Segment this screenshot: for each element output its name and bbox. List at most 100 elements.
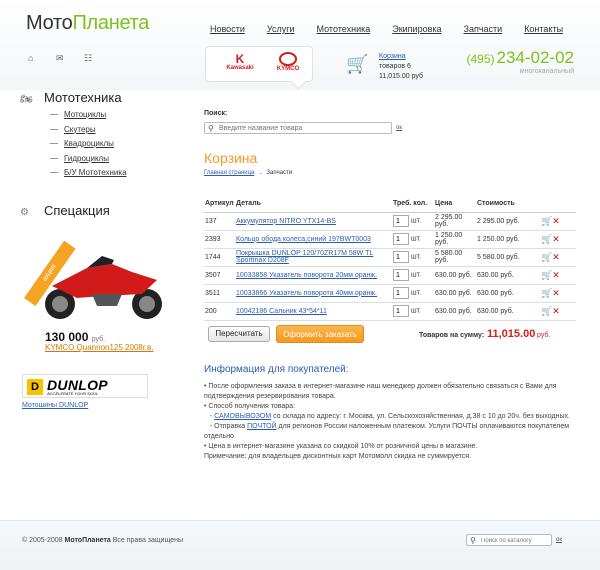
logo-part1: Мото	[26, 12, 73, 34]
quantity-input[interactable]	[393, 287, 409, 299]
post-link[interactable]: ПОЧТОЙ	[247, 423, 276, 430]
row-name-link[interactable]: 10033858 Указатель поворота 20мм оранж.	[236, 272, 377, 279]
nav-services[interactable]: Услуги	[267, 24, 295, 34]
row-name-link[interactable]: Кольцо обода колеса,синий 197BWT0003	[236, 236, 371, 243]
promo-price-currency: руб.	[91, 336, 106, 343]
table-row: 3511 10033866 Указатель поворота 40мм ор…	[204, 284, 576, 303]
remove-from-cart-icon[interactable]: 🛒✕	[541, 252, 560, 262]
sidebar-item-motorcycles[interactable]: Мотоциклы	[50, 110, 127, 125]
unit-label: шт.	[410, 235, 421, 243]
row-name-link[interactable]: Покрышка DUNLOP 120/70ZR17M 58W TL Sport…	[236, 250, 373, 264]
sidebar-item-used[interactable]: Б/У Мототехника	[50, 168, 127, 183]
dunlop-link[interactable]: Мотошины DUNLOP	[22, 402, 88, 409]
promo-banner[interactable]: акция	[22, 232, 162, 328]
row-qty-cell: шт.	[392, 212, 434, 231]
col-article: Артикул	[204, 196, 235, 213]
row-delete-cell: 🛒✕	[540, 248, 576, 267]
quantity-input[interactable]	[393, 251, 409, 263]
row-name-cell: 10042186 Сальник 43*54*11	[235, 302, 392, 321]
sitemap-icon[interactable]: ☷	[84, 53, 92, 64]
quantity-input[interactable]	[393, 215, 409, 227]
total-value: 11,015.00	[487, 328, 536, 340]
remove-from-cart-icon[interactable]: 🛒✕	[541, 216, 560, 226]
table-row: 3507 10033858 Указатель поворота 20мм ор…	[204, 266, 576, 285]
nav-moto[interactable]: Мототехника	[317, 24, 371, 34]
row-name-link[interactable]: Аккумулятор NITRO YTX14-BS	[236, 218, 336, 225]
row-name-cell: Аккумулятор NITRO YTX14-BS	[235, 212, 392, 231]
quantity-input[interactable]	[393, 233, 409, 245]
kawasaki-logo[interactable]: K Kawasaki	[220, 53, 260, 77]
sidebar-item-jetski[interactable]: Гидроциклы	[50, 154, 127, 169]
breadcrumb-home[interactable]: Главная страница	[204, 170, 254, 176]
sidebar-item-quads[interactable]: Квадроциклы	[50, 139, 127, 154]
sidebar-item-label: Б/У Мототехника	[64, 168, 127, 177]
sidebar-item-scooters[interactable]: Скутеры	[50, 125, 127, 140]
quantity-input[interactable]	[393, 305, 409, 317]
nav-equipment[interactable]: Экипировка	[392, 24, 441, 34]
unit-label: шт.	[410, 289, 421, 297]
cart-table: Артикул Деталь Треб. кол. Цена Стоимость…	[204, 196, 576, 321]
remove-from-cart-icon[interactable]: 🛒✕	[541, 234, 560, 244]
kawasaki-text: Kawasaki	[226, 65, 254, 71]
row-price: 5 580.00 руб.	[434, 248, 476, 267]
unit-label: шт.	[410, 307, 421, 315]
row-delete-cell: 🛒✕	[540, 212, 576, 231]
row-article: 3507	[204, 266, 235, 285]
row-name-link[interactable]: 10042186 Сальник 43*54*11	[236, 308, 327, 315]
cart-link[interactable]: Корзина	[379, 53, 406, 60]
copyright-post: Все права защищены	[110, 537, 184, 544]
copyright-pre: © 2005-2008	[22, 537, 65, 544]
search-input[interactable]	[219, 124, 389, 133]
row-name-cell: 10033858 Указатель поворота 20мм оранж.	[235, 266, 392, 285]
kymco-logo[interactable]: KYMCO	[270, 52, 306, 78]
row-cost: 630.00 руб.	[476, 284, 540, 303]
shopping-cart-icon[interactable]: 🛒	[346, 54, 368, 75]
quantity-input[interactable]	[393, 269, 409, 281]
row-name-link[interactable]: 10033866 Указатель поворота 40мм оранж.	[236, 290, 377, 297]
info-p5: • Цена в интернет-магазине указана со ск…	[204, 443, 478, 450]
info-p4-pre: - Отправка	[209, 423, 248, 430]
remove-from-cart-icon[interactable]: 🛒✕	[541, 288, 560, 298]
table-row: 1744 Покрышка DUNLOP 120/70ZR17M 58W TL …	[204, 248, 576, 267]
col-price: Цена	[434, 196, 476, 213]
kymco-text: KYMCO	[276, 66, 300, 72]
info-p4: - Отправка ПОЧТОЙ для регионов России на…	[204, 422, 574, 442]
sidebar-item-label: Мотоциклы	[64, 110, 107, 119]
checkout-button[interactable]: Оформить заказать	[276, 325, 364, 343]
row-price: 630.00 руб.	[434, 266, 476, 285]
unit-label: шт.	[410, 271, 421, 279]
mail-icon[interactable]: ✉	[56, 53, 64, 64]
nav-contacts[interactable]: Контакты	[524, 24, 563, 34]
dunlop-banner[interactable]: D DUNLOP ACCELERATE YOUR SOUL	[22, 374, 148, 398]
special-heading-text: Спецакция	[44, 203, 110, 218]
promo-link[interactable]: KYMCO Quannon125 2008г.в.	[45, 343, 153, 352]
col-qty: Треб. кол.	[392, 196, 434, 213]
nav-news[interactable]: Новости	[210, 24, 245, 34]
row-delete-cell: 🛒✕	[540, 266, 576, 285]
info-p3: - САМОВЫВОЗОМ со склада по адресу: г. Мо…	[204, 413, 570, 420]
row-name-cell: Кольцо обода колеса,синий 197BWT0003	[235, 230, 392, 249]
table-row: 137 Аккумулятор NITRO YTX14-BS шт. 2 295…	[204, 212, 576, 231]
row-cost: 630.00 руб.	[476, 266, 540, 285]
pickup-link[interactable]: САМОВЫВОЗОМ	[214, 413, 271, 420]
info-p3-text: со склада по адресу: г. Москва, ул. Сель…	[271, 413, 570, 420]
site-logo[interactable]: МотоПланета	[26, 12, 149, 35]
search-ok-button[interactable]: ок	[396, 125, 402, 131]
copyright: © 2005-2008 МотоПланета Все права защище…	[22, 537, 183, 544]
remove-from-cart-icon[interactable]: 🛒✕	[541, 306, 560, 316]
moto-heading-text: Мототехника	[44, 90, 122, 105]
phone-sub: многоканальный	[519, 68, 574, 75]
moto-category-list: Мотоциклы Скутеры Квадроциклы Гидроциклы…	[50, 110, 127, 183]
footer-search-ok-button[interactable]: ок	[556, 537, 562, 543]
arrow-right-icon: →	[257, 170, 264, 176]
remove-from-cart-icon[interactable]: 🛒✕	[541, 270, 560, 280]
promo-price-value: 130 000	[45, 330, 89, 344]
cart-count: товаров 6	[379, 63, 411, 70]
recalculate-button[interactable]: Пересчитать	[208, 326, 270, 342]
moto-heading: 🏍 Мототехника	[20, 90, 122, 105]
nav-parts[interactable]: Запчасти	[464, 24, 503, 34]
info-p2: • Способ получения товара:	[204, 403, 296, 410]
footer-search-input[interactable]	[481, 536, 551, 545]
sidebar-item-label: Квадроциклы	[64, 139, 114, 148]
home-icon[interactable]: ⌂	[28, 53, 33, 63]
